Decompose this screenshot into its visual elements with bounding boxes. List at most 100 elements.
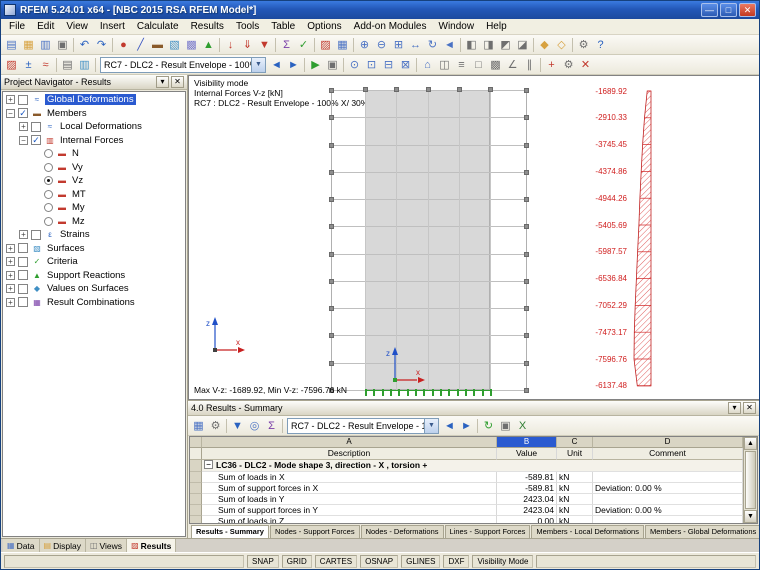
previous-result-icon[interactable]: ◄ (268, 57, 285, 73)
table-combination-combo[interactable]: RC7 - DLC2 - Result Envelope - 100 ▼ (287, 418, 439, 434)
print-icon[interactable]: ▣ (54, 37, 71, 53)
tree-radio[interactable] (44, 203, 53, 212)
menu-edit[interactable]: Edit (31, 20, 60, 33)
new-node-icon[interactable]: ● (115, 37, 132, 53)
graphics-viewport[interactable]: Visibility mode Internal Forces V-z [kN]… (188, 75, 759, 400)
tree-checkbox[interactable]: ✓ (18, 108, 28, 118)
hidden-lines-icon[interactable]: ≡ (453, 57, 470, 73)
zoom-extents-icon[interactable]: ⌂ (419, 57, 436, 73)
new-support-icon[interactable]: ▲ (200, 37, 217, 53)
tree-checkbox[interactable] (18, 95, 28, 105)
results-tab-lines-support-forces[interactable]: Lines - Support Forces (445, 525, 531, 538)
calculate-icon[interactable]: Σ (278, 37, 295, 53)
previous-view-icon[interactable]: ◄ (441, 37, 458, 53)
menu-add-on-modules[interactable]: Add-on Modules (348, 20, 433, 33)
new-line-icon[interactable]: ╱ (132, 37, 149, 53)
wireframe-icon[interactable]: □ (470, 57, 487, 73)
table-row[interactable]: Sum of support forces in X-589.81kNDevia… (190, 483, 743, 494)
visibility-mode-icon[interactable]: ⊡ (363, 57, 380, 73)
new-surface-icon[interactable]: ▧ (166, 37, 183, 53)
tree-checkbox[interactable] (31, 230, 41, 240)
tree-expander-icon[interactable]: + (19, 230, 28, 239)
rendering-icon[interactable]: ◇ (553, 37, 570, 53)
new-file-icon[interactable]: ▤ (3, 37, 20, 53)
menu-view[interactable]: View (60, 20, 94, 33)
results-tab-members-local-deformations[interactable]: Members - Local Deformations (531, 525, 644, 538)
dropdown-arrow-icon[interactable]: ▼ (424, 419, 438, 433)
user-view-icon[interactable]: ◫ (436, 57, 453, 73)
tree-expander-icon[interactable]: + (6, 244, 15, 253)
close-button[interactable]: ✕ (739, 3, 756, 17)
export-excel-icon[interactable]: X (514, 418, 531, 434)
column-letter-b[interactable]: B (497, 437, 557, 448)
pan-view-icon[interactable]: ↔ (407, 37, 424, 53)
section-icon[interactable]: ∠ (504, 57, 521, 73)
table-row[interactable]: Sum of loads in Z0.00kN (190, 516, 743, 523)
tree-item-local-deformations[interactable]: +≈Local Deformations (3, 120, 185, 134)
show-results-icon[interactable]: ▨ (317, 37, 334, 53)
tree-checkbox[interactable] (31, 122, 41, 132)
tree-radio[interactable] (44, 190, 53, 199)
table-scrollbar[interactable]: ▲ ▼ (743, 437, 757, 523)
column-header-unit[interactable]: Unit (557, 448, 593, 460)
tree-checkbox[interactable] (18, 243, 28, 253)
table-refresh-icon[interactable]: ↻ (480, 418, 497, 434)
status-toggle-dxf[interactable]: DXF (443, 555, 469, 568)
results-display-icon[interactable]: ▨ (3, 57, 20, 73)
close-viewport-icon[interactable]: ✕ (577, 57, 594, 73)
open-file-icon[interactable]: ▦ (20, 37, 37, 53)
table-row[interactable]: Sum of support forces in Y2423.04kNDevia… (190, 505, 743, 516)
table-find-icon[interactable]: ◎ (246, 418, 263, 434)
titlebar[interactable]: RFEM 5.24.01 x64 - [NBC 2015 RSA RFEM Mo… (1, 1, 759, 19)
display-properties-icon[interactable]: ◆ (536, 37, 553, 53)
zoom-out-icon[interactable]: ⊖ (373, 37, 390, 53)
status-toggle-snap[interactable]: SNAP (247, 555, 279, 568)
result-combination-combo[interactable]: RC7 - DLC2 - Result Envelope - 100% X ▼ (100, 57, 266, 73)
table-prev-icon[interactable]: ◄ (441, 418, 458, 434)
tree-item-surfaces[interactable]: +▧Surfaces (3, 242, 185, 256)
tree-expander-icon[interactable]: − (6, 109, 15, 118)
rotate-view-icon[interactable]: ↻ (424, 37, 441, 53)
surface-load-icon[interactable]: ▼ (256, 37, 273, 53)
print-graphic-icon[interactable]: ▣ (324, 57, 341, 73)
results-tab-nodes-deformations[interactable]: Nodes - Deformations (361, 525, 444, 538)
view-y-icon[interactable]: ◨ (480, 37, 497, 53)
navigator-header[interactable]: Project Navigator - Results ▾ ✕ (1, 75, 187, 90)
tree-item-vz[interactable]: ▬Vz (3, 174, 185, 188)
next-result-icon[interactable]: ► (285, 57, 302, 73)
column-header-value[interactable]: Value (497, 448, 557, 460)
table-filter-icon[interactable]: ▼ (229, 418, 246, 434)
navigator-tab-results[interactable]: ▨Results (127, 539, 176, 552)
column-header-comment[interactable]: Comment (593, 448, 743, 460)
scroll-down-icon[interactable]: ▼ (744, 510, 757, 523)
minimize-button[interactable]: — (701, 3, 718, 17)
pin-panel-icon[interactable]: ▾ (156, 76, 169, 88)
navigator-tab-data[interactable]: ▦Data (3, 539, 40, 552)
zoom-window-icon[interactable]: ⊞ (390, 37, 407, 53)
tree-item-support-reactions[interactable]: +▲Support Reactions (3, 269, 185, 283)
maximize-button[interactable]: □ (720, 3, 737, 17)
tree-expander-icon[interactable]: + (6, 95, 15, 104)
options-icon[interactable]: ⚙ (575, 37, 592, 53)
table-group-row[interactable]: −LC36 - DLC2 - Mode shape 3, direction -… (190, 460, 743, 472)
status-toggle-grid[interactable]: GRID (282, 555, 312, 568)
close-panel-icon[interactable]: ✕ (171, 76, 184, 88)
tree-radio[interactable] (44, 163, 53, 172)
tree-item-n[interactable]: ▬N (3, 147, 185, 161)
tree-item-vy[interactable]: ▬Vy (3, 161, 185, 175)
tree-expander-icon[interactable]: + (6, 298, 15, 307)
close-panel-icon[interactable]: ✕ (743, 402, 756, 414)
new-solid-icon[interactable]: ▩ (183, 37, 200, 53)
tree-item-global-deformations[interactable]: +≈Global Deformations (3, 93, 185, 107)
results-tab-results-summary[interactable]: Results - Summary (191, 525, 269, 538)
menu-calculate[interactable]: Calculate (131, 20, 185, 33)
zoom-in-icon[interactable]: ⊕ (356, 37, 373, 53)
pin-panel-icon[interactable]: ▾ (728, 402, 741, 414)
tree-checkbox[interactable] (18, 270, 28, 280)
menu-tools[interactable]: Tools (230, 20, 265, 33)
table-sum-icon[interactable]: Σ (263, 418, 280, 434)
column-letter-a[interactable]: A (202, 437, 497, 448)
check-model-icon[interactable]: ✓ (295, 37, 312, 53)
status-toggle-glines[interactable]: GLINES (401, 555, 440, 568)
menu-file[interactable]: File (3, 20, 31, 33)
